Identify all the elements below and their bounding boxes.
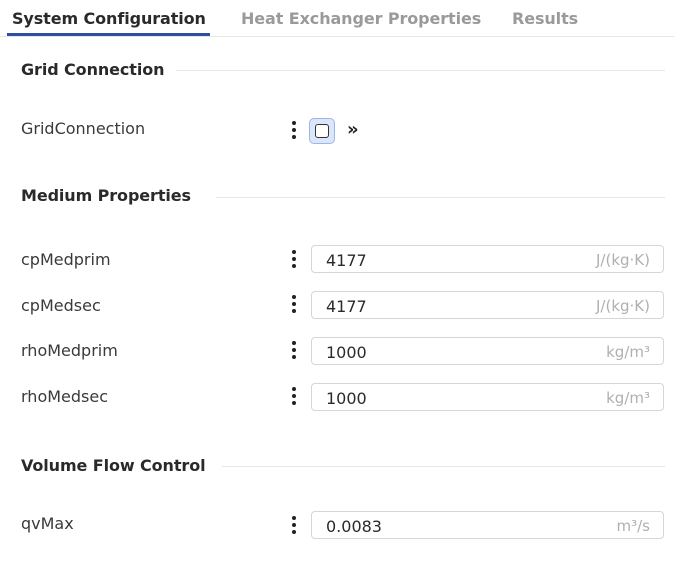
section-title-volume-flow-control: Volume Flow Control	[21, 456, 206, 475]
unit-label: J/(kg·K)	[596, 251, 650, 269]
tab-system-configuration[interactable]: System Configuration	[12, 9, 206, 28]
param-label-cpmedprim: cpMedprim	[21, 250, 111, 269]
section-divider	[216, 197, 665, 198]
tab-bar: System Configuration Heat Exchanger Prop…	[0, 0, 674, 37]
double-chevron-right-icon[interactable]: »	[347, 119, 359, 140]
field-value: 1000	[326, 389, 367, 408]
param-label-rhomedsec: rhoMedsec	[21, 387, 109, 406]
field-value: 0.0083	[326, 517, 382, 536]
param-label-gridconnection: GridConnection	[21, 119, 146, 138]
more-options-icon[interactable]	[288, 120, 300, 140]
param-label-qvmax: qvMax	[21, 514, 74, 533]
qvmax-input[interactable]: 0.0083 m³/s	[311, 511, 664, 539]
more-options-icon[interactable]	[288, 515, 300, 535]
rhomedsec-input[interactable]: 1000 kg/m³	[311, 383, 664, 411]
unit-label: J/(kg·K)	[596, 297, 650, 315]
tab-results[interactable]: Results	[512, 9, 578, 28]
rhomedprim-input[interactable]: 1000 kg/m³	[311, 337, 664, 365]
section-title-medium-properties: Medium Properties	[21, 186, 191, 205]
section-divider	[222, 466, 665, 467]
more-options-icon[interactable]	[288, 294, 300, 314]
section-title-grid-connection: Grid Connection	[21, 60, 165, 79]
param-label-rhomedprim: rhoMedprim	[21, 341, 118, 360]
gridconnection-checkbox[interactable]	[309, 118, 335, 144]
section-divider	[176, 70, 665, 71]
active-tab-indicator	[7, 33, 210, 36]
param-label-cpmedsec: cpMedsec	[21, 296, 101, 315]
unit-label: kg/m³	[606, 343, 650, 361]
field-value: 4177	[326, 251, 367, 270]
unit-label: m³/s	[616, 517, 651, 535]
more-options-icon[interactable]	[288, 386, 300, 406]
cpmedprim-input[interactable]: 4177 J/(kg·K)	[311, 245, 664, 273]
more-options-icon[interactable]	[288, 340, 300, 360]
checkbox-box	[315, 124, 329, 138]
field-value: 4177	[326, 297, 367, 316]
cpmedsec-input[interactable]: 4177 J/(kg·K)	[311, 291, 664, 319]
field-value: 1000	[326, 343, 367, 362]
more-options-icon[interactable]	[288, 249, 300, 269]
unit-label: kg/m³	[606, 389, 650, 407]
tab-heat-exchanger-properties[interactable]: Heat Exchanger Properties	[241, 9, 481, 28]
